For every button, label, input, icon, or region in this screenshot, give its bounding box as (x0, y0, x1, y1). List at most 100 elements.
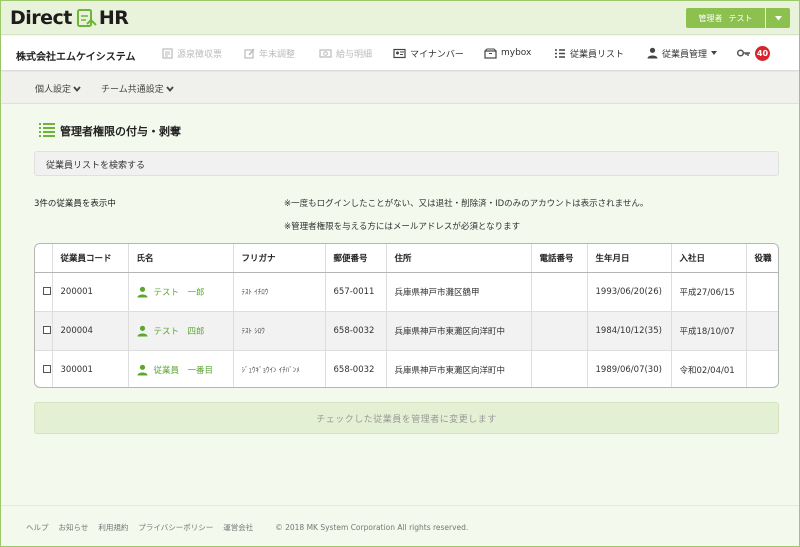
cell-hire-date: 令和02/04/01 (671, 350, 747, 387)
row-select-cell (35, 311, 53, 351)
nav-my-number[interactable]: マイナンバー (393, 45, 464, 61)
header-position[interactable]: 役職 (746, 244, 778, 273)
cell-address: 兵庫県神戸市灘区鶴甲 (386, 272, 532, 312)
person-icon (647, 47, 658, 59)
cell-birth-date: 1984/10/12(35) (587, 311, 672, 351)
company-name: 株式会社エムケイシステム (16, 52, 136, 63)
page-title-text: 管理者権限の付与・剥奪 (60, 124, 181, 138)
list-icon (39, 123, 55, 137)
nav-payslip-label: 給与明細 (336, 49, 373, 60)
nav-my-number-label: マイナンバー (410, 49, 464, 60)
header-kana[interactable]: フリガナ (233, 244, 326, 273)
user-menu-dropdown-toggle[interactable] (766, 8, 790, 28)
row-select-cell (35, 272, 53, 312)
employee-name-link[interactable]: テスト 一郎 (137, 286, 233, 298)
employee-name-link[interactable]: テスト 四郎 (137, 325, 233, 337)
subnav-personal-settings-label: 個人設定 (35, 85, 72, 95)
cell-phone (531, 272, 588, 312)
nav-withholding-slip-label: 源泉徴収票 (177, 49, 223, 60)
cell-birth-date: 1993/06/20(26) (587, 272, 672, 312)
chevron-down-icon (73, 85, 81, 92)
caret-down-icon (711, 51, 718, 55)
employee-name: テスト 一郎 (153, 287, 205, 298)
footer-link-help[interactable]: ヘルプ (26, 522, 49, 533)
table-header-row: 従業員コード 氏名 フリガナ 郵便番号 住所 電話番号 生年月日 入社日 役職 (35, 244, 778, 273)
money-icon (319, 48, 332, 58)
row-checkbox[interactable] (43, 365, 51, 374)
subnav-team-settings[interactable]: チーム共通設定 (101, 82, 174, 95)
footer-divider (1, 505, 799, 506)
employee-name: テスト 四郎 (153, 326, 205, 337)
table-row: 200001 テスト 一郎 ﾃｽﾄ ｲﾁﾛｳ 657-0011 兵庫県神戸市灘区… (35, 272, 778, 312)
nav-mybox[interactable]: mybox (484, 45, 531, 61)
sub-nav: 個人設定 チーム共通設定 (1, 72, 799, 104)
cell-kana: ﾃｽﾄ ｲﾁﾛｳ (233, 272, 326, 312)
nav-employee-list[interactable]: 従業員リスト (554, 45, 624, 61)
caret-down-icon (774, 15, 782, 20)
header-address[interactable]: 住所 (386, 244, 532, 273)
subnav-team-settings-label: チーム共通設定 (101, 85, 164, 95)
cell-employee-code: 300001 (52, 350, 129, 387)
header-select (35, 244, 53, 273)
header-phone[interactable]: 電話番号 (531, 244, 588, 273)
header-postal-code[interactable]: 郵便番号 (325, 244, 387, 273)
header-employee-code[interactable]: 従業員コード (52, 244, 129, 273)
cell-employee-code: 200004 (52, 311, 129, 351)
footer-link-company[interactable]: 運営会社 (223, 522, 253, 533)
box-icon (484, 48, 497, 59)
nav-year-end-adjustment[interactable]: 年末調整 (244, 45, 295, 61)
user-name: テスト (728, 13, 753, 23)
cell-birth-date: 1989/06/07(30) (587, 350, 672, 387)
employee-table: 従業員コード 氏名 フリガナ 郵便番号 住所 電話番号 生年月日 入社日 役職 … (34, 243, 779, 388)
copyright: © 2018 MK System Corporation All rights … (275, 523, 469, 532)
make-admin-button[interactable]: チェックした従業員を管理者に変更します (34, 402, 779, 434)
header-name[interactable]: 氏名 (128, 244, 234, 273)
notifications[interactable]: 40 (737, 45, 770, 61)
document-icon (162, 47, 173, 59)
nav-withholding-slip[interactable]: 源泉徴収票 (162, 45, 222, 61)
footer-link-terms[interactable]: 利用規約 (98, 522, 128, 533)
cell-postal-code: 658-0032 (325, 311, 387, 351)
footer: ヘルプ お知らせ 利用規約 プライバシーポリシー 運営会社 © 2018 MK … (26, 522, 468, 533)
top-header: Direct HR 管理者 テスト (1, 1, 799, 35)
employee-name: 従業員 一番目 (153, 365, 214, 376)
cell-address: 兵庫県神戸市東灘区向洋町中 (386, 350, 532, 387)
person-icon (137, 364, 147, 376)
nav-employee-list-label: 従業員リスト (570, 49, 625, 60)
cell-employee-code: 200001 (52, 272, 129, 312)
note-email-required: ※管理者権限を与える方にはメールアドレスが必須となります (284, 222, 521, 232)
cell-address: 兵庫県神戸市東灘区向洋町中 (386, 311, 532, 351)
row-select-cell (35, 350, 53, 387)
footer-link-privacy[interactable]: プライバシーポリシー (138, 522, 213, 533)
person-icon (137, 325, 147, 336)
logo-mark-icon (76, 9, 97, 27)
employee-name-link[interactable]: 従業員 一番目 (137, 364, 233, 376)
subnav-personal-settings[interactable]: 個人設定 (35, 82, 81, 95)
footer-link-news[interactable]: お知らせ (59, 522, 89, 533)
nav-employee-management[interactable]: 従業員管理 (647, 45, 718, 61)
note-hidden-accounts: ※一度もログインしたことがない、又は退社・削除済・IDのみのアカウントは表示され… (284, 199, 649, 209)
header-birth-date[interactable]: 生年月日 (587, 244, 672, 273)
cell-name: 従業員 一番目 (128, 350, 234, 387)
row-checkbox[interactable] (43, 287, 51, 295)
nav-mybox-label: mybox (501, 48, 532, 58)
cell-kana: ｼﾞｭｳｷﾞｮｳｲﾝ ｲﾁﾊﾞﾝﾒ (233, 350, 326, 387)
cell-position (746, 311, 778, 351)
cell-name: テスト 四郎 (128, 311, 234, 351)
row-checkbox[interactable] (43, 326, 51, 334)
cell-position (746, 272, 778, 312)
nav-year-end-adjustment-label: 年末調整 (259, 49, 296, 60)
logo-text-right: HR (98, 7, 129, 29)
cell-postal-code: 658-0032 (325, 350, 387, 387)
logo[interactable]: Direct HR (10, 6, 129, 30)
cell-position (746, 350, 778, 387)
logo-text-left: Direct (10, 7, 72, 29)
notification-badge: 40 (755, 45, 770, 61)
header-hire-date[interactable]: 入社日 (671, 244, 747, 273)
nav-payslip[interactable]: 給与明細 (319, 45, 372, 61)
cell-hire-date: 平成18/10/07 (671, 311, 747, 351)
cell-hire-date: 平成27/06/15 (671, 272, 747, 312)
employee-search-panel-toggle[interactable]: 従業員リストを検索する (34, 151, 779, 176)
main-nav: 株式会社エムケイシステム 源泉徴収票 年末調整 給与明細 マイナンバー mybo… (1, 36, 799, 71)
user-menu-button[interactable]: 管理者 テスト (686, 8, 765, 28)
